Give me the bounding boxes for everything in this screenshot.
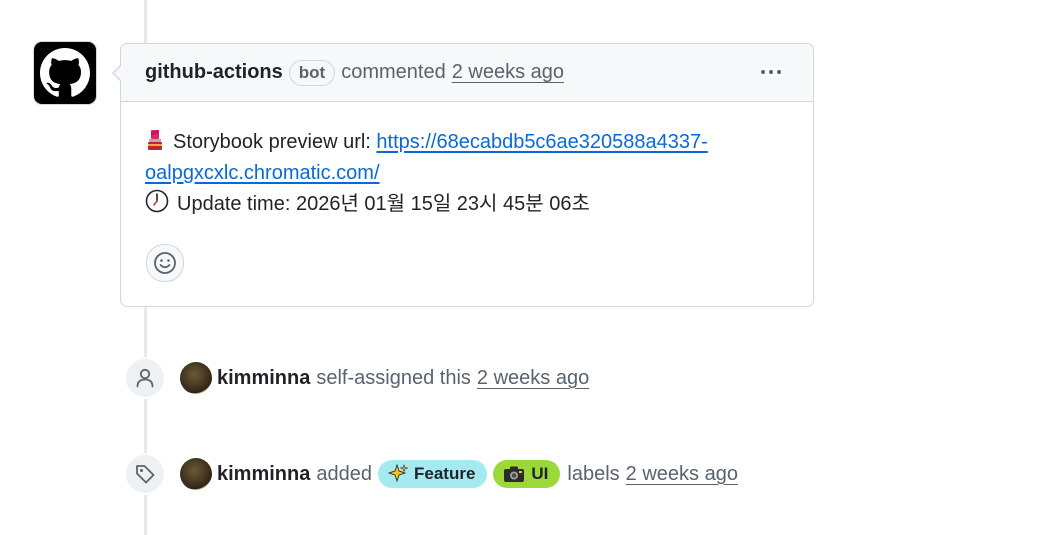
event-text: self-assigned this xyxy=(316,366,471,389)
github-logo-icon xyxy=(40,48,90,97)
avatar[interactable] xyxy=(180,458,212,490)
preview-url-continuation: oalpgxcxlc.chromatic.com/ xyxy=(145,158,789,189)
github-actions-avatar[interactable] xyxy=(34,42,96,104)
sparkles-icon xyxy=(387,464,408,484)
comment-action-text: commented xyxy=(341,61,446,83)
add-reaction-button[interactable] xyxy=(146,244,184,282)
comment-author-link[interactable]: github-actions xyxy=(145,61,283,84)
person-icon xyxy=(124,357,166,399)
preview-line: Storybook preview url: https://68ecabdb5… xyxy=(145,127,789,158)
preview-url-link[interactable]: https://68ecabdb5c6ae320588a4337- xyxy=(376,131,707,153)
timeline-event-assigned: kimminna self-assigned this 2 weeks ago xyxy=(124,357,589,399)
camera-icon xyxy=(503,465,525,483)
label-feature[interactable]: Feature xyxy=(377,460,488,488)
comment-timestamp-link[interactable]: 2 weeks ago xyxy=(452,61,564,84)
update-time-text: Update time: 2026년 01월 15일 23시 45분 06초 xyxy=(177,193,590,215)
avatar[interactable] xyxy=(180,362,212,394)
label-ui-name: UI xyxy=(531,464,549,483)
bot-badge: bot xyxy=(288,59,336,86)
event-author-link[interactable]: kimminna xyxy=(217,367,310,390)
preview-label: Storybook preview url: xyxy=(173,131,377,153)
clock-icon xyxy=(145,189,169,213)
update-time-line: Update time: 2026년 01월 15일 23시 45분 06초 xyxy=(145,189,789,220)
event-text: added xyxy=(316,462,372,485)
comment-body: Storybook preview url: https://68ecabdb5… xyxy=(121,102,813,220)
smiley-icon xyxy=(154,252,176,274)
tag-icon xyxy=(124,453,166,495)
label-feature-name: Feature xyxy=(413,464,476,483)
event-timestamp-link[interactable]: 2 weeks ago xyxy=(626,463,738,486)
preview-url-link-cont[interactable]: oalpgxcxlc.chromatic.com/ xyxy=(145,162,380,184)
lipstick-icon xyxy=(148,130,162,150)
event-timestamp-link[interactable]: 2 weeks ago xyxy=(477,367,589,390)
event-labels-suffix: labels xyxy=(567,462,620,485)
comment-header: github-actions bot commented 2 weeks ago xyxy=(121,44,813,102)
label-ui[interactable]: UI xyxy=(493,460,561,488)
comment-card: github-actions bot commented 2 weeks ago… xyxy=(112,43,814,307)
event-author-link[interactable]: kimminna xyxy=(217,463,310,486)
kebab-horizontal-icon[interactable] xyxy=(757,61,785,83)
timeline-event-labeled: kimminna added Feature UI labels 2 weeks… xyxy=(124,453,738,495)
